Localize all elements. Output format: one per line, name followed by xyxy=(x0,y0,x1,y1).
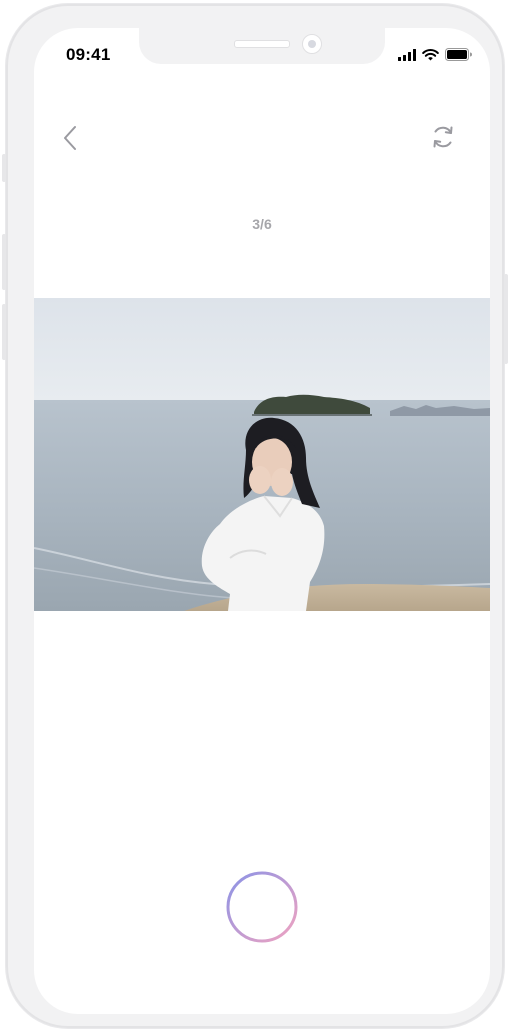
wifi-icon xyxy=(422,48,439,60)
status-time: 09:41 xyxy=(66,45,111,64)
front-camera xyxy=(302,34,322,54)
refresh-button[interactable] xyxy=(430,124,456,150)
photo-counter: 3/6 xyxy=(252,216,272,232)
silent-switch xyxy=(2,154,6,182)
refresh-icon xyxy=(433,126,453,148)
power-button xyxy=(504,274,508,364)
shutter-button[interactable] xyxy=(225,870,299,944)
back-button[interactable] xyxy=(60,124,82,152)
phone-frame: 09:41 3/6 xyxy=(2,4,508,1028)
photo-viewer-image[interactable] xyxy=(34,298,490,611)
notch xyxy=(139,28,385,64)
chevron-left-icon xyxy=(64,126,76,150)
ring-icon xyxy=(226,871,298,943)
status-icons xyxy=(398,48,472,61)
volume-down-button xyxy=(2,304,6,360)
volume-up-button xyxy=(2,234,6,290)
signal-icon xyxy=(398,48,416,61)
beach-photo xyxy=(34,298,490,611)
speaker xyxy=(234,40,290,48)
screen: 09:41 3/6 xyxy=(34,28,490,1014)
battery-icon xyxy=(445,48,472,61)
